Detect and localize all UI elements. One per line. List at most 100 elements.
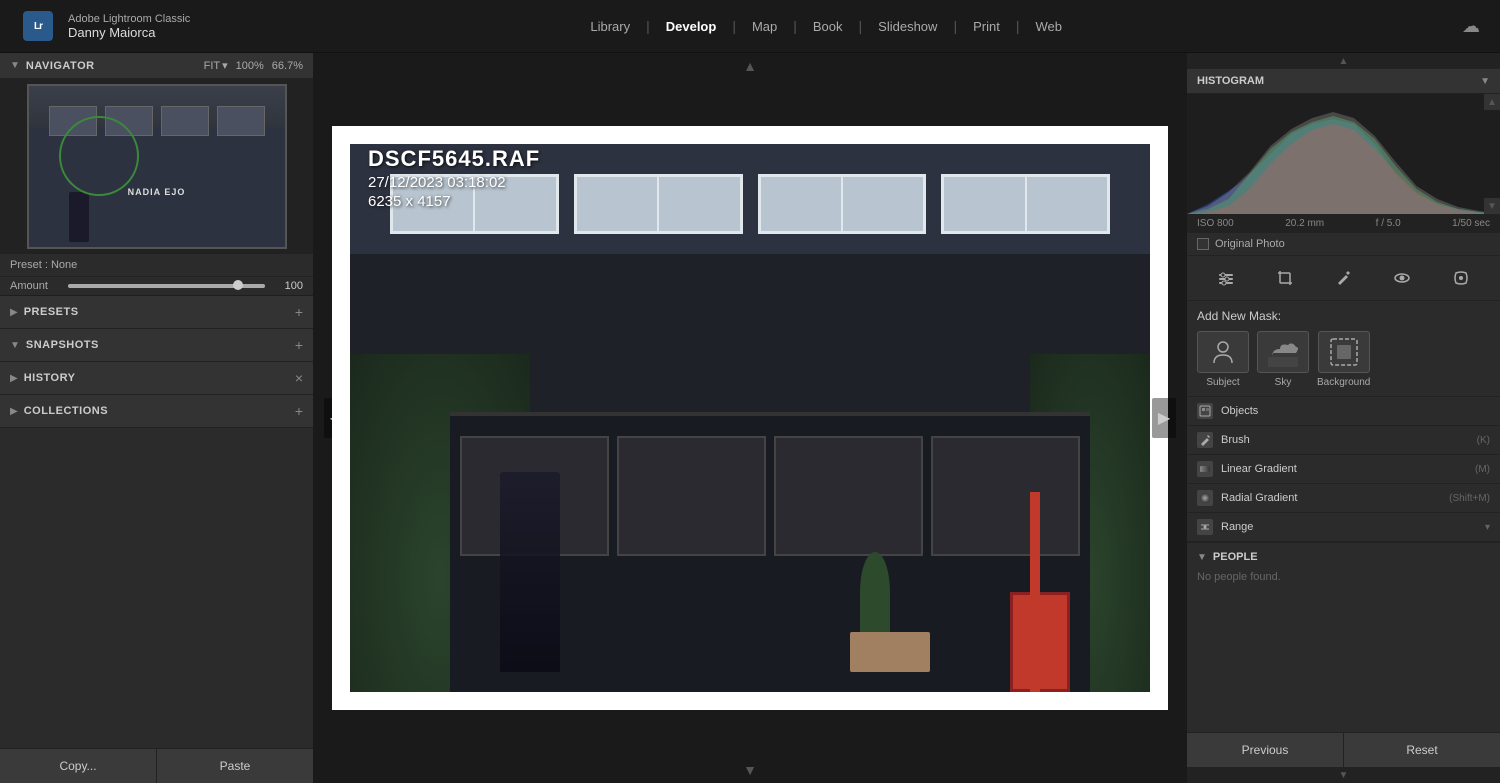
- panel-history[interactable]: ▶ History ×: [0, 362, 313, 395]
- redeye-tool[interactable]: [1387, 264, 1417, 292]
- histogram-title: Histogram: [1197, 75, 1264, 87]
- brush-label: Brush: [1221, 434, 1250, 446]
- people-section: ▼ People No people found.: [1187, 542, 1500, 591]
- nav-develop[interactable]: Develop: [656, 15, 727, 38]
- people-arrow: ▼: [1197, 552, 1207, 563]
- adjust-tool[interactable]: [1211, 264, 1241, 292]
- photo-filename: DSCF5645.RAF: [368, 146, 540, 172]
- range-item[interactable]: Range ▾: [1187, 513, 1500, 542]
- linear-gradient-shortcut: (M): [1475, 464, 1490, 475]
- preview-thumbnail: NADIA EJO: [27, 84, 287, 249]
- logo-mark: Lr: [23, 11, 53, 41]
- fit-button[interactable]: FIT ▾: [204, 59, 228, 72]
- nav-map[interactable]: Map: [742, 15, 787, 38]
- mask-options: Subject Sky: [1197, 331, 1490, 388]
- linear-gradient-label: Linear Gradient: [1221, 463, 1297, 475]
- history-clear-icon[interactable]: ×: [295, 370, 303, 386]
- presets-arrow: ▶: [10, 307, 18, 318]
- amount-value: 100: [273, 280, 303, 292]
- people-header[interactable]: ▼ People: [1197, 551, 1490, 563]
- range-label: Range: [1221, 521, 1253, 533]
- photo-dimensions: 6235 x 4157: [368, 193, 540, 210]
- preset-row: Preset : None: [0, 254, 313, 277]
- objects-item[interactable]: Objects: [1187, 397, 1500, 426]
- collections-title: Collections: [24, 405, 108, 417]
- right-scroll-down[interactable]: ▼: [1187, 767, 1500, 783]
- mask-sky[interactable]: Sky: [1257, 331, 1309, 388]
- subject-label: Subject: [1206, 377, 1239, 388]
- brush-icon: [1197, 432, 1213, 448]
- histogram-bottom-arrow: ▼: [1484, 198, 1500, 214]
- linear-gradient-icon: [1197, 461, 1213, 477]
- photo-next-arrow[interactable]: ▶: [1152, 398, 1176, 438]
- brush-shortcut: (K): [1477, 435, 1490, 446]
- presets-add-icon[interactable]: +: [295, 304, 303, 320]
- cloud-icon[interactable]: ☁: [1462, 16, 1480, 37]
- left-panel: ▼ Navigator FIT ▾ 100% 66.7%: [0, 53, 314, 783]
- tools-row: [1187, 256, 1500, 301]
- zoom-66[interactable]: 66.7%: [272, 60, 303, 72]
- nav-library[interactable]: Library: [580, 15, 640, 38]
- center-photo-area: ▲ ◀ DSCF5645.RAF 27/12/2023 03:18:02 623…: [314, 53, 1186, 783]
- photo-container: DSCF5645.RAF 27/12/2023 03:18:02 6235 x …: [332, 126, 1168, 710]
- paste-button[interactable]: Paste: [157, 749, 313, 783]
- radial-gradient-item[interactable]: Radial Gradient (Shift+M): [1187, 484, 1500, 513]
- mask-subject[interactable]: Subject: [1197, 331, 1249, 388]
- panel-snapshots[interactable]: ▼ Snapshots +: [0, 329, 313, 362]
- navigator-collapse-arrow: ▼: [10, 60, 20, 71]
- nav-book[interactable]: Book: [803, 15, 853, 38]
- main-photo: NADIA EJO: [350, 144, 1150, 692]
- zoom-100[interactable]: 100%: [236, 60, 264, 72]
- amount-slider[interactable]: [68, 284, 265, 288]
- focal-value: 20.2 mm: [1285, 218, 1324, 229]
- original-photo-row[interactable]: Original Photo: [1187, 233, 1500, 256]
- original-photo-checkbox[interactable]: [1197, 238, 1209, 250]
- subject-icon: [1197, 331, 1249, 373]
- navigator-preview: NADIA EJO: [0, 79, 313, 254]
- linear-gradient-item[interactable]: Linear Gradient (M): [1187, 455, 1500, 484]
- panel-presets[interactable]: ▶ Presets +: [0, 296, 313, 329]
- snapshots-title: Snapshots: [26, 339, 99, 351]
- range-shortcut: ▾: [1485, 522, 1490, 533]
- shutter-value: 1/50 sec: [1452, 218, 1490, 229]
- nav-menu: Library | Develop | Map | Book | Slidesh…: [580, 15, 1072, 38]
- nav-right: ☁: [1462, 16, 1480, 37]
- objects-label: Objects: [1221, 405, 1258, 417]
- background-label: Background: [1317, 377, 1370, 388]
- radial-gradient-icon: [1197, 490, 1213, 506]
- nav-web[interactable]: Web: [1025, 15, 1072, 38]
- nav-slideshow[interactable]: Slideshow: [868, 15, 947, 38]
- left-bottom-buttons: Copy... Paste: [0, 748, 313, 783]
- masking-tool[interactable]: [1446, 264, 1476, 292]
- nav-print[interactable]: Print: [963, 15, 1010, 38]
- radial-gradient-shortcut: (Shift+M): [1449, 493, 1490, 504]
- collections-add-icon[interactable]: +: [295, 403, 303, 419]
- app-branding: Lr Adobe Lightroom Classic Danny Maiorca: [20, 8, 190, 44]
- heal-tool[interactable]: [1328, 264, 1358, 292]
- right-scroll-up[interactable]: ▲: [1187, 53, 1500, 69]
- navigator-header[interactable]: ▼ Navigator FIT ▾ 100% 66.7%: [0, 53, 313, 79]
- original-photo-label: Original Photo: [1215, 238, 1285, 250]
- mask-section: Add New Mask: Subject: [1187, 301, 1500, 397]
- objects-icon: [1197, 403, 1213, 419]
- navigator-zoom-controls: FIT ▾ 100% 66.7%: [204, 59, 303, 72]
- histogram-collapse-arrow[interactable]: ▼: [1480, 76, 1490, 87]
- snapshots-add-icon[interactable]: +: [295, 337, 303, 353]
- history-title: History: [24, 372, 76, 384]
- crop-tool[interactable]: [1270, 264, 1300, 292]
- previous-button[interactable]: Previous: [1187, 733, 1344, 767]
- app-title-block: Adobe Lightroom Classic Danny Maiorca: [68, 13, 190, 40]
- app-title-line1: Adobe Lightroom Classic: [68, 13, 190, 25]
- preview-person: [69, 192, 89, 242]
- histogram-svg: [1187, 94, 1500, 214]
- brush-item[interactable]: Brush (K): [1187, 426, 1500, 455]
- reset-button[interactable]: Reset: [1344, 733, 1500, 767]
- mask-title: Add New Mask:: [1197, 309, 1490, 323]
- right-bottom-buttons: Previous Reset: [1187, 732, 1500, 767]
- presets-title: Presets: [24, 306, 79, 318]
- mask-background[interactable]: Background: [1317, 331, 1370, 388]
- copy-button[interactable]: Copy...: [0, 749, 157, 783]
- histogram-header[interactable]: Histogram ▼: [1187, 69, 1500, 94]
- collections-arrow: ▶: [10, 406, 18, 417]
- panel-collections[interactable]: ▶ Collections +: [0, 395, 313, 428]
